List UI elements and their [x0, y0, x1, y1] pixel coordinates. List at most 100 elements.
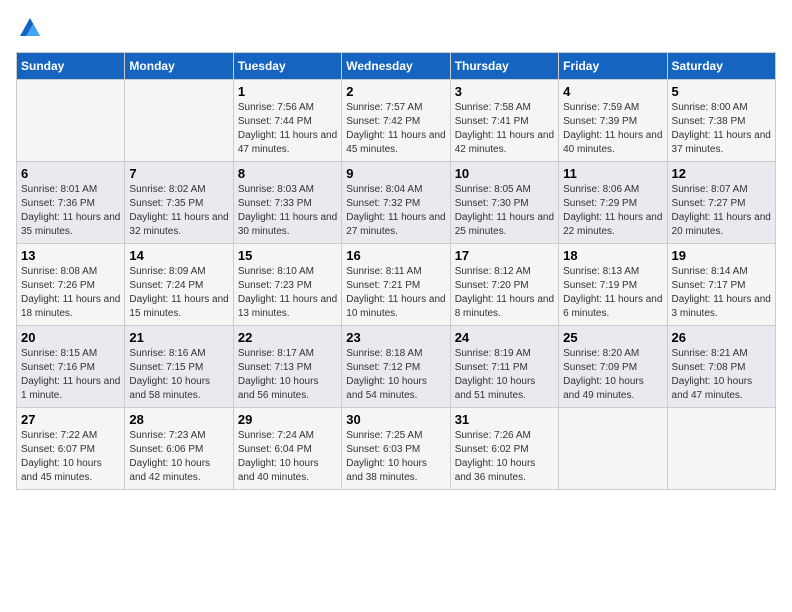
day-number: 9: [346, 166, 445, 181]
day-number: 31: [455, 412, 554, 427]
day-detail: Sunrise: 7:58 AM Sunset: 7:41 PM Dayligh…: [455, 102, 554, 155]
day-cell: 14Sunrise: 8:09 AM Sunset: 7:24 PM Dayli…: [125, 244, 233, 326]
day-number: 5: [672, 84, 771, 99]
day-number: 10: [455, 166, 554, 181]
day-number: 3: [455, 84, 554, 99]
day-detail: Sunrise: 7:24 AM Sunset: 6:04 PM Dayligh…: [238, 430, 319, 483]
day-cell: 29 Sunrise: 7:24 AM Sunset: 6:04 PM Dayli…: [233, 408, 341, 490]
day-number: 27: [21, 412, 120, 427]
day-detail: Sunrise: 8:15 AM Sunset: 7:16 PM Dayligh…: [21, 348, 120, 401]
day-cell: 4Sunrise: 7:59 AM Sunset: 7:39 PM Daylig…: [559, 80, 667, 162]
day-detail: Sunrise: 8:12 AM Sunset: 7:20 PM Dayligh…: [455, 266, 554, 319]
day-cell: [17, 80, 125, 162]
day-detail: Sunrise: 7:56 AM Sunset: 7:44 PM Dayligh…: [238, 102, 337, 155]
day-cell: [667, 408, 775, 490]
day-cell: 17 Sunrise: 8:12 AM Sunset: 7:20 PM Dayli…: [450, 244, 558, 326]
day-number: 1: [238, 84, 337, 99]
day-number: 17: [455, 248, 554, 263]
day-detail: Sunrise: 8:13 AM Sunset: 7:19 PM Dayligh…: [563, 266, 662, 319]
day-detail: Sunrise: 8:18 AM Sunset: 7:12 PM Dayligh…: [346, 348, 427, 401]
day-cell: 5 Sunrise: 8:00 AM Sunset: 7:38 PM Daylig…: [667, 80, 775, 162]
day-detail: Sunrise: 8:21 AM Sunset: 7:08 PM Dayligh…: [672, 348, 753, 401]
day-cell: 2 Sunrise: 7:57 AM Sunset: 7:42 PM Daylig…: [342, 80, 450, 162]
day-number: 12: [672, 166, 771, 181]
day-cell: 18 Sunrise: 8:13 AM Sunset: 7:19 PM Dayli…: [559, 244, 667, 326]
day-cell: [125, 80, 233, 162]
day-detail: Sunrise: 8:19 AM Sunset: 7:11 PM Dayligh…: [455, 348, 536, 401]
day-cell: 9 Sunrise: 8:04 AM Sunset: 7:32 PM Daylig…: [342, 162, 450, 244]
day-cell: 1 Sunrise: 7:56 AM Sunset: 7:44 PM Daylig…: [233, 80, 341, 162]
day-detail: Sunrise: 8:17 AM Sunset: 7:13 PM Dayligh…: [238, 348, 319, 401]
week-row-3: 13 Sunrise: 8:08 AM Sunset: 7:26 PM Dayli…: [17, 244, 776, 326]
day-detail: Sunrise: 8:02 AM Sunset: 7:35 PM Dayligh…: [129, 184, 228, 237]
day-cell: 24 Sunrise: 8:19 AM Sunset: 7:11 PM Dayli…: [450, 326, 558, 408]
day-cell: 19 Sunrise: 8:14 AM Sunset: 7:17 PM Dayli…: [667, 244, 775, 326]
day-number: 24: [455, 330, 554, 345]
day-number: 26: [672, 330, 771, 345]
day-number: 8: [238, 166, 337, 181]
day-detail: Sunrise: 8:01 AM Sunset: 7:36 PM Dayligh…: [21, 184, 120, 237]
header-thursday: Thursday: [450, 53, 558, 80]
day-detail: Sunrise: 7:57 AM Sunset: 7:42 PM Dayligh…: [346, 102, 445, 155]
day-cell: 8 Sunrise: 8:03 AM Sunset: 7:33 PM Daylig…: [233, 162, 341, 244]
day-cell: 26 Sunrise: 8:21 AM Sunset: 7:08 PM Dayli…: [667, 326, 775, 408]
day-cell: 10Sunrise: 8:05 AM Sunset: 7:30 PM Dayli…: [450, 162, 558, 244]
header-friday: Friday: [559, 53, 667, 80]
day-detail: Sunrise: 8:04 AM Sunset: 7:32 PM Dayligh…: [346, 184, 445, 237]
day-number: 19: [672, 248, 771, 263]
day-number: 22: [238, 330, 337, 345]
day-number: 28: [129, 412, 228, 427]
day-cell: 20 Sunrise: 8:15 AM Sunset: 7:16 PM Dayli…: [17, 326, 125, 408]
day-cell: 3 Sunrise: 7:58 AM Sunset: 7:41 PM Daylig…: [450, 80, 558, 162]
logo: [16, 16, 42, 40]
day-detail: Sunrise: 7:26 AM Sunset: 6:02 PM Dayligh…: [455, 430, 536, 483]
day-number: 2: [346, 84, 445, 99]
day-detail: Sunrise: 8:10 AM Sunset: 7:23 PM Dayligh…: [238, 266, 337, 319]
day-number: 29: [238, 412, 337, 427]
day-detail: Sunrise: 8:11 AM Sunset: 7:21 PM Dayligh…: [346, 266, 445, 319]
logo-icon: [18, 16, 42, 40]
day-detail: Sunrise: 8:20 AM Sunset: 7:09 PM Dayligh…: [563, 348, 644, 401]
day-detail: Sunrise: 7:22 AM Sunset: 6:07 PM Dayligh…: [21, 430, 102, 483]
day-cell: 31 Sunrise: 7:26 AM Sunset: 6:02 PM Dayli…: [450, 408, 558, 490]
day-cell: 6 Sunrise: 8:01 AM Sunset: 7:36 PM Daylig…: [17, 162, 125, 244]
header-wednesday: Wednesday: [342, 53, 450, 80]
calendar-table: SundayMondayTuesdayWednesdayThursdayFrid…: [16, 52, 776, 490]
day-number: 13: [21, 248, 120, 263]
day-number: 7: [129, 166, 228, 181]
day-cell: 7 Sunrise: 8:02 AM Sunset: 7:35 PM Daylig…: [125, 162, 233, 244]
header-monday: Monday: [125, 53, 233, 80]
page-header: [16, 16, 776, 40]
day-cell: 23 Sunrise: 8:18 AM Sunset: 7:12 PM Dayli…: [342, 326, 450, 408]
day-cell: 30Sunrise: 7:25 AM Sunset: 6:03 PM Dayli…: [342, 408, 450, 490]
day-number: 21: [129, 330, 228, 345]
day-number: 16: [346, 248, 445, 263]
day-cell: 16 Sunrise: 8:11 AM Sunset: 7:21 PM Dayli…: [342, 244, 450, 326]
week-row-4: 20 Sunrise: 8:15 AM Sunset: 7:16 PM Dayli…: [17, 326, 776, 408]
day-number: 23: [346, 330, 445, 345]
day-number: 18: [563, 248, 662, 263]
day-number: 6: [21, 166, 120, 181]
day-detail: Sunrise: 8:08 AM Sunset: 7:26 PM Dayligh…: [21, 266, 120, 319]
day-cell: 11 Sunrise: 8:06 AM Sunset: 7:29 PM Dayli…: [559, 162, 667, 244]
day-cell: 28Sunrise: 7:23 AM Sunset: 6:06 PM Dayli…: [125, 408, 233, 490]
week-row-5: 27 Sunrise: 7:22 AM Sunset: 6:07 PM Dayli…: [17, 408, 776, 490]
day-detail: Sunrise: 8:06 AM Sunset: 7:29 PM Dayligh…: [563, 184, 662, 237]
day-cell: [559, 408, 667, 490]
header-saturday: Saturday: [667, 53, 775, 80]
day-detail: Sunrise: 8:03 AM Sunset: 7:33 PM Dayligh…: [238, 184, 337, 237]
header-sunday: Sunday: [17, 53, 125, 80]
day-number: 14: [129, 248, 228, 263]
day-detail: Sunrise: 7:59 AM Sunset: 7:39 PM Dayligh…: [563, 102, 662, 155]
day-cell: 25Sunrise: 8:20 AM Sunset: 7:09 PM Dayli…: [559, 326, 667, 408]
day-detail: Sunrise: 8:07 AM Sunset: 7:27 PM Dayligh…: [672, 184, 771, 237]
day-detail: Sunrise: 8:00 AM Sunset: 7:38 PM Dayligh…: [672, 102, 771, 155]
week-row-1: 1 Sunrise: 7:56 AM Sunset: 7:44 PM Daylig…: [17, 80, 776, 162]
day-number: 20: [21, 330, 120, 345]
day-cell: 13 Sunrise: 8:08 AM Sunset: 7:26 PM Dayli…: [17, 244, 125, 326]
day-number: 11: [563, 166, 662, 181]
day-detail: Sunrise: 8:14 AM Sunset: 7:17 PM Dayligh…: [672, 266, 771, 319]
day-detail: Sunrise: 7:25 AM Sunset: 6:03 PM Dayligh…: [346, 430, 427, 483]
day-cell: 15Sunrise: 8:10 AM Sunset: 7:23 PM Dayli…: [233, 244, 341, 326]
day-cell: 22 Sunrise: 8:17 AM Sunset: 7:13 PM Dayli…: [233, 326, 341, 408]
